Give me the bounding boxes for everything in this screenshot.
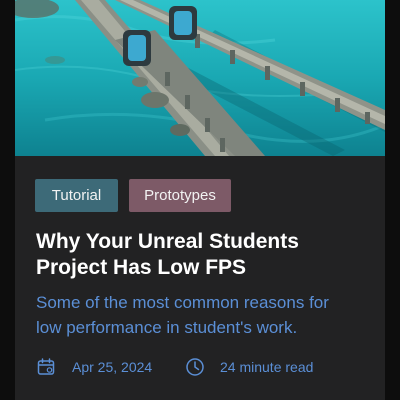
hero-illustration [15, 0, 385, 156]
hero-image[interactable] [15, 0, 385, 156]
clock-icon [186, 358, 204, 376]
article-title[interactable]: Why Your Unreal Students Project Has Low… [36, 229, 366, 281]
article-description: Some of the most common reasons for low … [36, 290, 371, 340]
article-title-line-1: Why Your Unreal Students [36, 230, 299, 253]
read-time: 24 minute read [220, 359, 314, 375]
article-meta: Apr 25, 2024 24 minute read [36, 356, 366, 378]
article-description-line-1: Some of the most common reasons for [36, 293, 329, 312]
article-description-line-2: low performance in student's work. [36, 318, 298, 337]
tag-prototypes[interactable]: Prototypes [129, 179, 231, 212]
tag-tutorial[interactable]: Tutorial [35, 179, 118, 212]
calendar-icon [37, 358, 55, 375]
publish-date: Apr 25, 2024 [72, 359, 153, 375]
article-card[interactable]: Tutorial Prototypes Why Your Unreal Stud… [15, 0, 385, 400]
article-title-line-2: Project Has Low FPS [36, 256, 247, 279]
